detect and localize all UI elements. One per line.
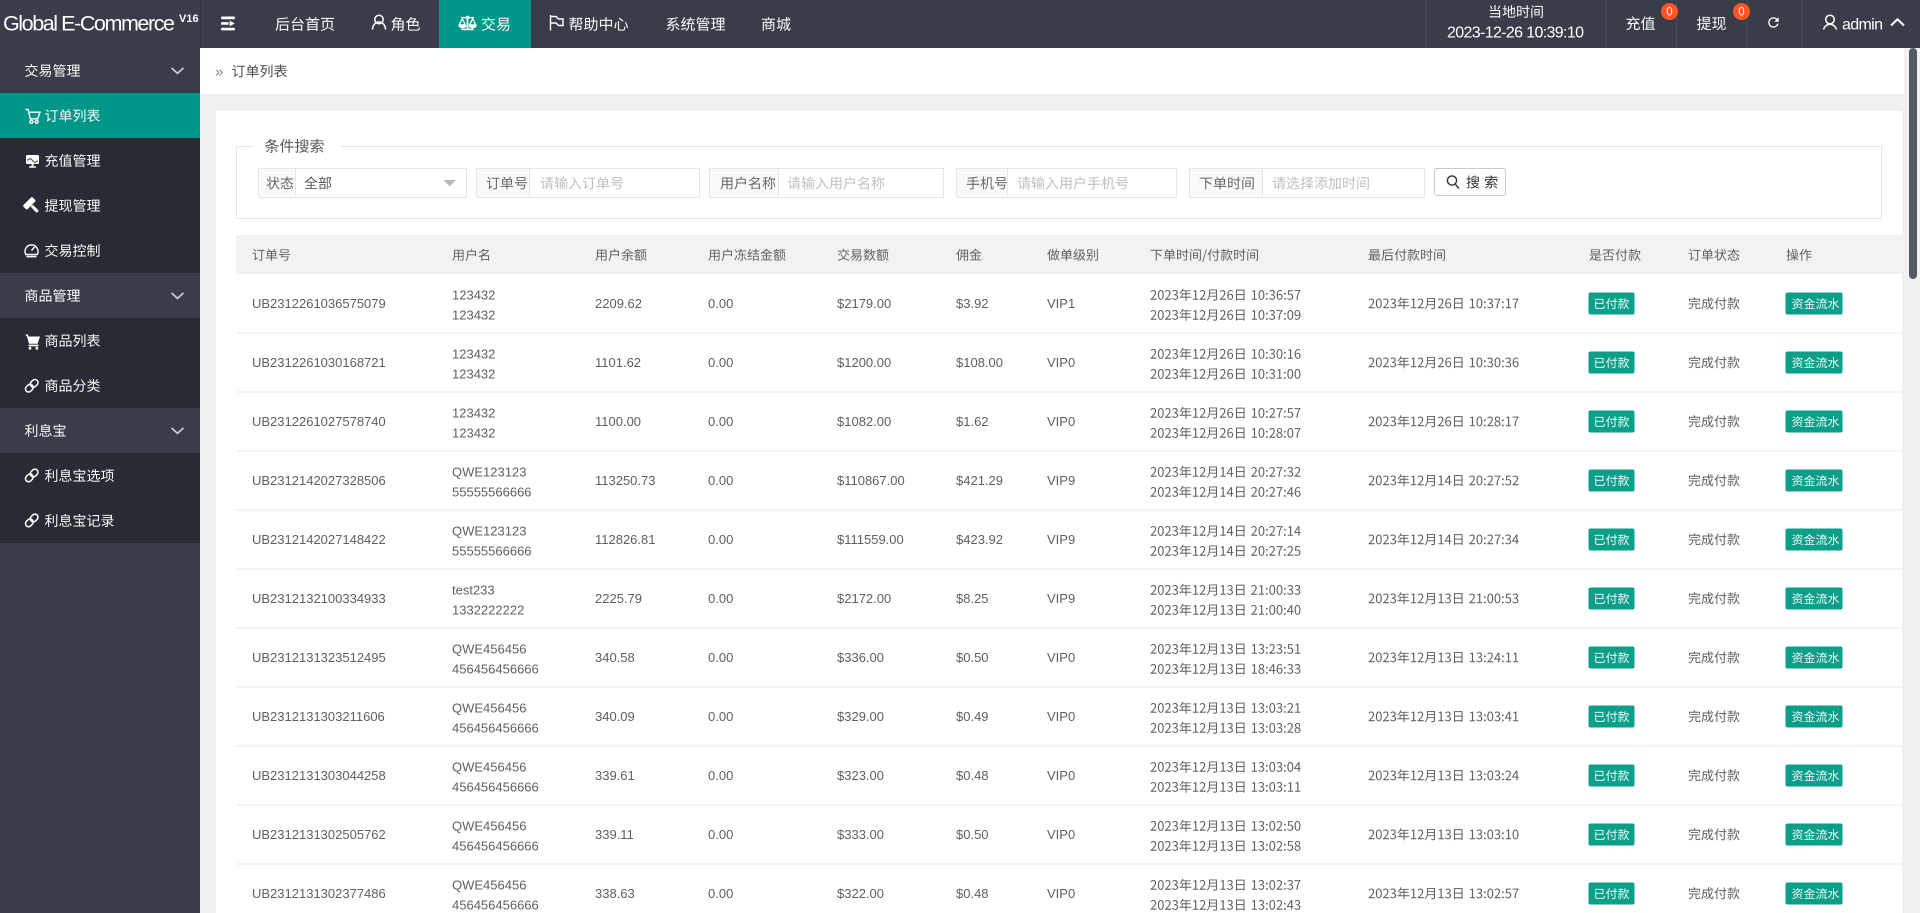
- svg-text:$0.48: $0.48: [956, 768, 989, 783]
- svg-text:0.00: 0.00: [708, 532, 733, 547]
- svg-text:VIP0: VIP0: [1047, 827, 1075, 842]
- svg-text:UB2312142027148422: UB2312142027148422: [252, 532, 386, 547]
- svg-text:456456456666: 456456456666: [452, 721, 539, 736]
- svg-text:V16: V16: [179, 13, 199, 25]
- svg-text:123432: 123432: [452, 406, 495, 421]
- svg-text:QWE456456: QWE456456: [452, 760, 526, 775]
- svg-text:UB2312131303044258: UB2312131303044258: [252, 768, 386, 783]
- svg-text:456456456666: 456456456666: [452, 780, 539, 795]
- svg-text:VIP0: VIP0: [1047, 709, 1075, 724]
- svg-text:Global E-Commerce: Global E-Commerce: [3, 12, 175, 36]
- svg-text:UB2312131302505762: UB2312131302505762: [252, 827, 386, 842]
- svg-text:QWE456456: QWE456456: [452, 878, 526, 893]
- svg-text:$0.49: $0.49: [956, 709, 989, 724]
- svg-text:$110867.00: $110867.00: [837, 473, 905, 488]
- svg-text:55555566666: 55555566666: [452, 544, 532, 559]
- svg-text:338.63: 338.63: [595, 886, 635, 901]
- svg-text:113250.73: 113250.73: [595, 473, 656, 488]
- svg-text:123432: 123432: [452, 347, 495, 362]
- svg-text:$336.00: $336.00: [837, 650, 884, 665]
- svg-text:$333.00: $333.00: [837, 827, 884, 842]
- svg-text:VIP9: VIP9: [1047, 473, 1075, 488]
- svg-text:UB2312261030168721: UB2312261030168721: [252, 355, 386, 370]
- svg-text:$1082.00: $1082.00: [837, 414, 891, 429]
- svg-text:$0.50: $0.50: [956, 827, 989, 842]
- svg-text:QWE456456: QWE456456: [452, 701, 526, 716]
- svg-text:admin: admin: [1842, 16, 1883, 33]
- svg-text:QWE123123: QWE123123: [452, 524, 526, 539]
- svg-text:1100.00: 1100.00: [595, 414, 641, 429]
- svg-text:UB2312132100334933: UB2312132100334933: [252, 591, 386, 606]
- svg-text:$329.00: $329.00: [837, 709, 884, 724]
- svg-text:112826.81: 112826.81: [595, 532, 656, 547]
- svg-text:VIP1: VIP1: [1047, 296, 1075, 311]
- svg-text:UB2312131303211606: UB2312131303211606: [252, 709, 385, 724]
- svg-text:VIP0: VIP0: [1047, 355, 1075, 370]
- svg-text:0.00: 0.00: [708, 296, 733, 311]
- svg-text:0.00: 0.00: [708, 827, 733, 842]
- svg-text:123432: 123432: [452, 308, 495, 323]
- svg-text:$423.92: $423.92: [956, 532, 1003, 547]
- svg-text:0.00: 0.00: [708, 414, 733, 429]
- svg-text:$0.48: $0.48: [956, 886, 989, 901]
- svg-text:VIP9: VIP9: [1047, 532, 1075, 547]
- svg-text:0.00: 0.00: [708, 355, 733, 370]
- svg-text:$2179.00: $2179.00: [837, 296, 891, 311]
- svg-text:456456456666: 456456456666: [452, 662, 539, 677]
- svg-text:123432: 123432: [452, 367, 495, 382]
- svg-text:UB2312261027578740: UB2312261027578740: [252, 414, 386, 429]
- svg-text:$1.62: $1.62: [956, 414, 989, 429]
- svg-text:$3.92: $3.92: [956, 296, 989, 311]
- svg-text:$2172.00: $2172.00: [837, 591, 891, 606]
- svg-text:$0.50: $0.50: [956, 650, 989, 665]
- svg-text:$323.00: $323.00: [837, 768, 884, 783]
- svg-text:QWE456456: QWE456456: [452, 819, 526, 834]
- svg-text:VIP0: VIP0: [1047, 886, 1075, 901]
- svg-text:1101.62: 1101.62: [595, 355, 641, 370]
- svg-text:0: 0: [1666, 7, 1672, 19]
- svg-text:$1200.00: $1200.00: [837, 355, 891, 370]
- svg-text:test233: test233: [452, 583, 495, 598]
- svg-text:456456456666: 456456456666: [452, 898, 539, 913]
- svg-text:1332222222: 1332222222: [452, 603, 524, 618]
- svg-text:VIP0: VIP0: [1047, 768, 1075, 783]
- svg-text:$108.00: $108.00: [956, 355, 1003, 370]
- svg-text:2023-12-26 10:39:10: 2023-12-26 10:39:10: [1447, 24, 1584, 41]
- svg-text:0.00: 0.00: [708, 591, 733, 606]
- svg-text:339.11: 339.11: [595, 827, 634, 842]
- svg-text:VIP0: VIP0: [1047, 414, 1075, 429]
- svg-text:0.00: 0.00: [708, 650, 733, 665]
- svg-text:0.00: 0.00: [708, 886, 733, 901]
- svg-text:0.00: 0.00: [708, 709, 733, 724]
- svg-text:UB2312131323512495: UB2312131323512495: [252, 650, 386, 665]
- svg-text:2209.62: 2209.62: [595, 296, 642, 311]
- svg-text:QWE123123: QWE123123: [452, 465, 526, 480]
- svg-text:UB2312131302377486: UB2312131302377486: [252, 886, 386, 901]
- svg-text:UB2312142027328506: UB2312142027328506: [252, 473, 386, 488]
- svg-text:»: »: [215, 64, 223, 81]
- svg-text:0: 0: [1738, 7, 1744, 19]
- svg-text:456456456666: 456456456666: [452, 839, 539, 854]
- svg-text:339.61: 339.61: [595, 768, 635, 783]
- svg-text:0.00: 0.00: [708, 768, 733, 783]
- svg-text:340.09: 340.09: [595, 709, 635, 724]
- svg-text:UB2312261036575079: UB2312261036575079: [252, 296, 386, 311]
- svg-text:123432: 123432: [452, 288, 495, 303]
- svg-text:VIP0: VIP0: [1047, 650, 1075, 665]
- svg-text:VIP9: VIP9: [1047, 591, 1075, 606]
- svg-text:340.58: 340.58: [595, 650, 635, 665]
- svg-text:0.00: 0.00: [708, 473, 733, 488]
- svg-text:123432: 123432: [452, 426, 495, 441]
- svg-text:2225.79: 2225.79: [595, 591, 642, 606]
- svg-text:55555566666: 55555566666: [452, 485, 532, 500]
- svg-text:$322.00: $322.00: [837, 886, 884, 901]
- svg-text:$421.29: $421.29: [956, 473, 1003, 488]
- svg-text:$8.25: $8.25: [956, 591, 989, 606]
- svg-text:$111559.00: $111559.00: [837, 532, 904, 547]
- svg-text:QWE456456: QWE456456: [452, 642, 526, 657]
